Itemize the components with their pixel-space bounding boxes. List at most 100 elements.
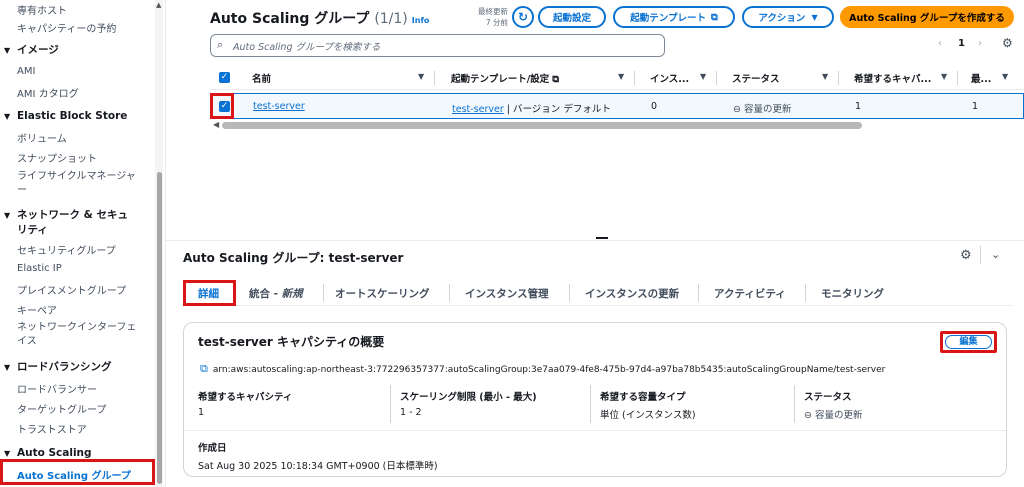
sidebar-item-elastic-ip[interactable]: Elastic IP xyxy=(17,263,62,274)
sidebar-item-ami-catalog[interactable]: AMI カタログ xyxy=(17,85,79,100)
copy-icon[interactable]: ⧉ xyxy=(200,362,208,375)
sidebar-item-trust-stores[interactable]: トラストストア xyxy=(17,421,87,436)
aws-console: 専有ホスト キャパシティーの予約 ▼ イメージ AMI AMI カタログ ▼ Ela… xyxy=(0,0,1024,487)
row-desired: 1 xyxy=(855,101,862,112)
scroll-up-arrow-icon[interactable]: ▲ xyxy=(156,1,161,9)
resize-handle[interactable] xyxy=(596,237,608,239)
capacity-overview-card: test-server キャパシティの概要 編集 ⧉ arn:aws:autosc… xyxy=(183,322,1007,477)
launch-config-button[interactable]: 起動設定 xyxy=(538,6,606,28)
divider xyxy=(980,246,981,264)
split-divider[interactable] xyxy=(166,240,1024,241)
next-page-icon[interactable]: › xyxy=(978,38,982,49)
sort-icon[interactable]: ▼ xyxy=(618,72,624,81)
search-icon: ⌕ xyxy=(217,38,224,51)
arn-row: ⧉ arn:aws:autoscaling:ap-northeast-3:7722… xyxy=(200,362,885,376)
detail-tabs: 詳細 統合 - 新規 オートスケーリング インスタンス管理 インスタンスの更新 … xyxy=(183,280,1013,306)
row-template-link[interactable]: test-server xyxy=(452,104,504,115)
sidebar-item-ami[interactable]: AMI xyxy=(17,66,35,77)
tab-divider xyxy=(569,284,570,302)
create-asg-button[interactable]: Auto Scaling グループを作成する xyxy=(840,6,1014,28)
sidebar-item-load-balancers[interactable]: ロードバランサー xyxy=(17,381,97,396)
sidebar-section-load-balancing[interactable]: ▼ ロードバランシング xyxy=(4,360,112,375)
sidebar-item-network-interfaces[interactable]: ネットワークインターフェ イス xyxy=(17,321,136,349)
group-count: (1/1) xyxy=(374,11,408,27)
sidebar-item-volumes[interactable]: ボリューム xyxy=(17,130,67,145)
table-horizontal-scrollbar[interactable] xyxy=(222,122,862,129)
caret-down-icon: ▼ xyxy=(4,112,11,121)
column-divider xyxy=(838,71,839,85)
last-updated: 最終更新 7 分前 xyxy=(478,7,508,27)
tab-monitoring[interactable]: モニタリング xyxy=(821,286,884,301)
sidebar-item-snapshots[interactable]: スナップショット xyxy=(17,150,97,165)
sidebar-item-security-groups[interactable]: セキュリティグループ xyxy=(17,242,116,257)
tab-auto-scaling[interactable]: オートスケーリング xyxy=(335,286,430,301)
table-settings-gear-icon[interactable]: ⚙ xyxy=(1002,36,1013,50)
actions-dropdown[interactable]: アクション ▼ xyxy=(742,6,834,28)
sidebar-scrollbar-thumb[interactable] xyxy=(157,172,162,484)
caret-down-icon: ▼ xyxy=(811,12,818,22)
tab-integration[interactable]: 統合 - 新規 xyxy=(249,286,303,301)
sidebar: 専有ホスト キャパシティーの予約 ▼ イメージ AMI AMI カタログ ▼ Ela… xyxy=(0,0,166,487)
card-divider xyxy=(184,430,1006,431)
sidebar-item-key-pairs[interactable]: キーペア xyxy=(17,302,57,317)
search-input[interactable]: ⌕ Auto Scaling グループを検索する xyxy=(210,34,665,57)
edit-button[interactable]: 編集 xyxy=(945,335,992,349)
table-header: ✓ 名前 ▼ 起動テンプレート/設定 ⧉ ▼ インス... ▼ ステータス ▼ 希… xyxy=(210,66,1024,90)
caret-down-icon: ▼ xyxy=(4,211,11,220)
sort-icon[interactable]: ▼ xyxy=(418,72,424,81)
column-status[interactable]: ステータス xyxy=(732,71,780,85)
caret-down-icon: ▼ xyxy=(4,363,11,372)
tab-instance-management[interactable]: インスタンス管理 xyxy=(465,286,549,301)
sidebar-item-target-groups[interactable]: ターゲットグループ xyxy=(17,401,106,416)
tab-divider xyxy=(449,284,450,302)
row-checkbox-highlight xyxy=(210,93,234,119)
refresh-button[interactable]: ↻ xyxy=(512,6,534,28)
scroll-left-arrow-icon[interactable]: ◀ xyxy=(213,120,219,129)
field-divider xyxy=(794,385,795,423)
chevron-down-icon[interactable]: ⌄ xyxy=(991,248,1000,261)
sidebar-item-auto-scaling-groups[interactable]: Auto Scaling グループ xyxy=(0,459,155,485)
edit-highlight: 編集 xyxy=(940,331,997,353)
status-pending-icon: ⊖ xyxy=(804,410,812,421)
field-desired-capacity: 希望するキャパシティ 1 xyxy=(198,392,293,418)
page-number[interactable]: 1 xyxy=(958,38,965,49)
field-divider xyxy=(590,385,591,423)
sidebar-section-ebs[interactable]: ▼ Elastic Block Store xyxy=(4,109,127,124)
launch-template-button[interactable]: 起動テンプレート ⧉ xyxy=(613,6,735,28)
tab-divider xyxy=(805,284,806,302)
tab-activity[interactable]: アクティビティ xyxy=(714,286,786,301)
sidebar-section-network[interactable]: ▼ ネットワーク & セキュ リティ xyxy=(4,208,128,238)
refresh-icon: ↻ xyxy=(517,10,529,24)
field-divider xyxy=(390,385,391,423)
table-row[interactable]: ✓ test-server test-server | バージョン デフォルト … xyxy=(210,93,1024,119)
column-divider xyxy=(634,71,635,85)
sort-icon[interactable]: ▼ xyxy=(941,72,947,81)
tab-divider xyxy=(323,284,324,302)
tab-instance-refresh[interactable]: インスタンスの更新 xyxy=(585,286,679,301)
column-launch-template[interactable]: 起動テンプレート/設定 ⧉ xyxy=(451,71,559,85)
sort-icon[interactable]: ▼ xyxy=(1002,72,1008,81)
tab-details[interactable]: 詳細 xyxy=(183,280,236,306)
tab-divider xyxy=(698,284,699,302)
row-status: ⊖ 容量の更新 xyxy=(733,104,792,115)
select-all-checkbox[interactable]: ✓ xyxy=(219,72,230,83)
detail-title: Auto Scaling グループ: test-server xyxy=(183,251,404,265)
sort-icon[interactable]: ▼ xyxy=(822,72,828,81)
sidebar-item-lifecycle-manager[interactable]: ライフサイクルマネージャー xyxy=(17,170,136,198)
column-min[interactable]: 最... xyxy=(971,71,991,85)
sidebar-item-capacity-reservations[interactable]: キャパシティーの予約 xyxy=(17,20,116,35)
sidebar-section-images[interactable]: ▼ イメージ xyxy=(4,43,59,58)
column-name[interactable]: 名前 xyxy=(252,71,271,85)
info-link[interactable]: Info xyxy=(412,16,430,25)
row-name-link[interactable]: test-server xyxy=(253,101,305,112)
field-capacity-type: 希望する容量タイプ 単位 (インスタンス数) xyxy=(600,392,696,421)
gear-icon[interactable]: ⚙ xyxy=(960,248,972,263)
sidebar-item-placement-groups[interactable]: プレイスメントグループ xyxy=(17,282,126,297)
sort-icon[interactable]: ▼ xyxy=(700,72,706,81)
column-divider xyxy=(957,71,958,85)
column-instances[interactable]: インス... xyxy=(650,71,689,85)
sidebar-item-dedicated-hosts[interactable]: 専有ホスト xyxy=(17,2,67,17)
external-link-icon: ⧉ xyxy=(710,11,718,23)
prev-page-icon[interactable]: ‹ xyxy=(938,38,942,49)
column-desired-capacity[interactable]: 希望するキャパ... xyxy=(854,71,931,85)
